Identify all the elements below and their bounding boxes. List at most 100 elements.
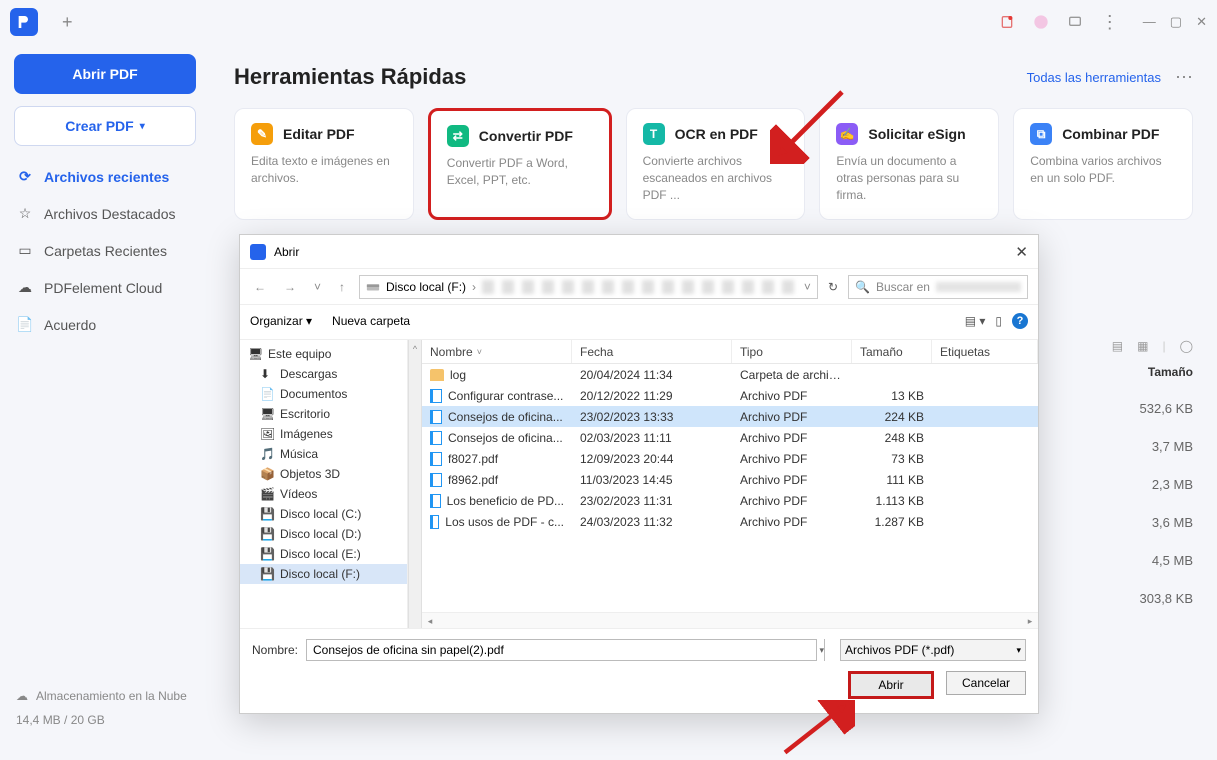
sidebar-item-4[interactable]: 📄Acuerdo xyxy=(14,306,196,343)
tree-item-10[interactable]: 💾Disco local (E:) xyxy=(240,544,407,564)
file-row[interactable]: f8962.pdf11/03/2023 14:45Archivo PDF111 … xyxy=(422,469,1038,490)
tool-card-convertir-pdf[interactable]: ⇄Convertir PDFConvertir PDF a Word, Exce… xyxy=(428,108,612,220)
tree-item-9[interactable]: 💾Disco local (D:) xyxy=(240,524,407,544)
kebab-icon[interactable]: ⋮ xyxy=(1101,12,1119,33)
file-row[interactable]: f8027.pdf12/09/2023 20:44Archivo PDF73 K… xyxy=(422,448,1038,469)
tree-item-5[interactable]: 🎵Música xyxy=(240,444,407,464)
app-icon xyxy=(10,8,38,36)
tool-icon: ✍ xyxy=(836,123,858,145)
filename-row: Nombre: ▾ Archivos PDF (*.pdf) ▾ xyxy=(252,639,1026,661)
file-row[interactable]: log20/04/2024 11:34Carpeta de archivos xyxy=(422,364,1038,385)
grid-view-icon[interactable]: ▦ xyxy=(1137,339,1148,353)
col-tags[interactable]: Etiquetas xyxy=(932,340,1038,363)
file-size: 73 KB xyxy=(852,452,932,466)
sidebar-item-3[interactable]: ☁PDFelement Cloud xyxy=(14,269,196,306)
help-icon[interactable]: ? xyxy=(1012,313,1028,329)
preview-pane-button[interactable]: ▯ xyxy=(995,314,1002,328)
sidebar-item-icon: ⟳ xyxy=(16,168,34,185)
open-button[interactable]: Abrir xyxy=(848,671,934,699)
folder-icon xyxy=(430,369,444,381)
nav-up-icon[interactable]: ˅ xyxy=(310,280,325,294)
col-name[interactable]: Nombre˅ xyxy=(422,340,572,363)
window-minimize[interactable]: — xyxy=(1143,14,1156,30)
tool-card-combinar-pdf[interactable]: ⧉Combinar PDFCombina varios archivos en … xyxy=(1013,108,1193,220)
tree-item-7[interactable]: 🎬Vídeos xyxy=(240,484,407,504)
tool-card-solicitar-esign[interactable]: ✍Solicitar eSignEnvía un documento a otr… xyxy=(819,108,999,220)
view-mode-button[interactable]: ▤ ▾ xyxy=(965,314,986,328)
recent-size-4: 4,5 MB xyxy=(1088,541,1193,579)
tree-item-4[interactable]: 🖼Imágenes xyxy=(240,424,407,444)
tree-item-2[interactable]: 📄Documentos xyxy=(240,384,407,404)
sidebar-item-label: PDFelement Cloud xyxy=(44,280,162,296)
file-date: 20/04/2024 11:34 xyxy=(572,368,732,382)
tree-item-6[interactable]: 📦 Objetos 3D xyxy=(240,464,407,484)
tree-item-11[interactable]: 💾 Disco local (F:) xyxy=(240,564,407,584)
notification-icon[interactable] xyxy=(999,14,1015,30)
sidebar-item-1[interactable]: ☆Archivos Destacados xyxy=(14,195,196,232)
file-row[interactable]: Consejos de oficina...23/02/2023 13:33Ar… xyxy=(422,406,1038,427)
file-type: Archivo PDF xyxy=(732,473,852,487)
col-size[interactable]: Tamaño xyxy=(852,340,932,363)
window-close[interactable]: ✕ xyxy=(1196,14,1207,30)
dialog-search-input[interactable]: 🔍 Buscar en xyxy=(848,275,1028,299)
window-maximize[interactable]: ▢ xyxy=(1170,14,1182,30)
cloud-storage-row[interactable]: ☁ Almacenamiento en la Nube xyxy=(16,689,194,703)
tool-desc: Envía un documento a otras personas para… xyxy=(836,153,982,203)
file-name: f8027.pdf xyxy=(448,452,498,466)
file-date: 11/03/2023 14:45 xyxy=(572,473,732,487)
create-pdf-label: Crear PDF xyxy=(65,118,133,134)
tree-item-3[interactable]: 🖥Escritorio xyxy=(240,404,407,424)
tree-item-label: Disco local (F:) xyxy=(280,567,360,581)
new-folder-button[interactable]: Nueva carpeta xyxy=(332,314,410,328)
list-view-icon[interactable]: ▤ xyxy=(1112,339,1123,353)
filter-icon[interactable]: ◯ xyxy=(1180,339,1193,353)
sidebar-item-0[interactable]: ⟳Archivos recientes xyxy=(14,158,196,195)
recent-size-5: 303,8 KB xyxy=(1088,579,1193,617)
breadcrumb-dropdown-icon[interactable]: ˅ xyxy=(804,280,811,294)
refresh-icon[interactable]: ↻ xyxy=(828,280,838,294)
new-tab-button[interactable]: + xyxy=(62,12,73,33)
dialog-toolbar: Organizar ▾ Nueva carpeta ▤ ▾ ▯ ? xyxy=(240,305,1038,337)
filetype-select[interactable]: Archivos PDF (*.pdf) ▾ xyxy=(840,639,1026,661)
more-icon[interactable]: ⋯ xyxy=(1175,67,1193,88)
cancel-button[interactable]: Cancelar xyxy=(946,671,1026,695)
nav-forward-icon[interactable]: → xyxy=(280,280,300,294)
create-pdf-button[interactable]: Crear PDF ▾ xyxy=(14,106,196,146)
tree-scrollbar[interactable]: ^ xyxy=(408,340,422,628)
breadcrumb-path[interactable]: Disco local (F:) › ˅ xyxy=(359,275,818,299)
avatar-icon[interactable] xyxy=(1033,14,1049,30)
message-icon[interactable] xyxy=(1067,14,1083,30)
file-type: Archivo PDF xyxy=(732,410,852,424)
topbar: + ⋮ — ▢ ✕ xyxy=(0,0,1217,44)
col-type[interactable]: Tipo xyxy=(732,340,852,363)
tree-item-icon: 📦 xyxy=(260,467,274,481)
tool-card-editar-pdf[interactable]: ✎Editar PDFEdita texto e imágenes en arc… xyxy=(234,108,414,220)
recent-size-2: 2,3 MB xyxy=(1088,465,1193,503)
pdf-icon xyxy=(430,473,442,487)
file-row[interactable]: Los usos de PDF - c...24/03/2023 11:32Ar… xyxy=(422,511,1038,532)
filename-input[interactable] xyxy=(306,639,817,661)
file-row[interactable]: Configurar contrase...20/12/2022 11:29Ar… xyxy=(422,385,1038,406)
nav-back-icon[interactable]: ← xyxy=(250,280,270,294)
organize-button[interactable]: Organizar ▾ xyxy=(250,314,312,328)
nav-parent-icon[interactable]: ↑ xyxy=(335,280,349,294)
tree-item-1[interactable]: ⬇Descargas xyxy=(240,364,407,384)
search-icon: 🔍 xyxy=(855,280,870,294)
tool-card-ocr-en-pdf[interactable]: TOCR en PDFConvierte archivos escaneados… xyxy=(626,108,806,220)
sidebar-item-label: Acuerdo xyxy=(44,317,96,333)
sidebar-item-2[interactable]: ▭Carpetas Recientes xyxy=(14,232,196,269)
tree-item-8[interactable]: 💾Disco local (C:) xyxy=(240,504,407,524)
tree-item-icon: 💾 xyxy=(260,567,274,581)
file-row[interactable]: Consejos de oficina...02/03/2023 11:11Ar… xyxy=(422,427,1038,448)
col-date[interactable]: Fecha xyxy=(572,340,732,363)
dialog-close-button[interactable]: ✕ xyxy=(1015,243,1028,261)
all-tools-link[interactable]: Todas las herramientas xyxy=(1027,70,1161,85)
file-row[interactable]: Los beneficio de PD...23/02/2023 11:31Ar… xyxy=(422,490,1038,511)
recent-files-size-column: ▤ ▦ | ◯ Tamaño 532,6 KB3,7 MB2,3 MB3,6 M… xyxy=(1088,339,1193,617)
tree-item-0[interactable]: 🖥Este equipo xyxy=(240,344,407,364)
tree-item-label: Disco local (D:) xyxy=(280,527,361,541)
tree-item-label: Objetos 3D xyxy=(280,467,340,481)
recent-size-0: 532,6 KB xyxy=(1088,389,1193,427)
open-pdf-button[interactable]: Abrir PDF xyxy=(14,54,196,94)
file-list-hscroll[interactable]: ◂▸ xyxy=(422,612,1038,628)
